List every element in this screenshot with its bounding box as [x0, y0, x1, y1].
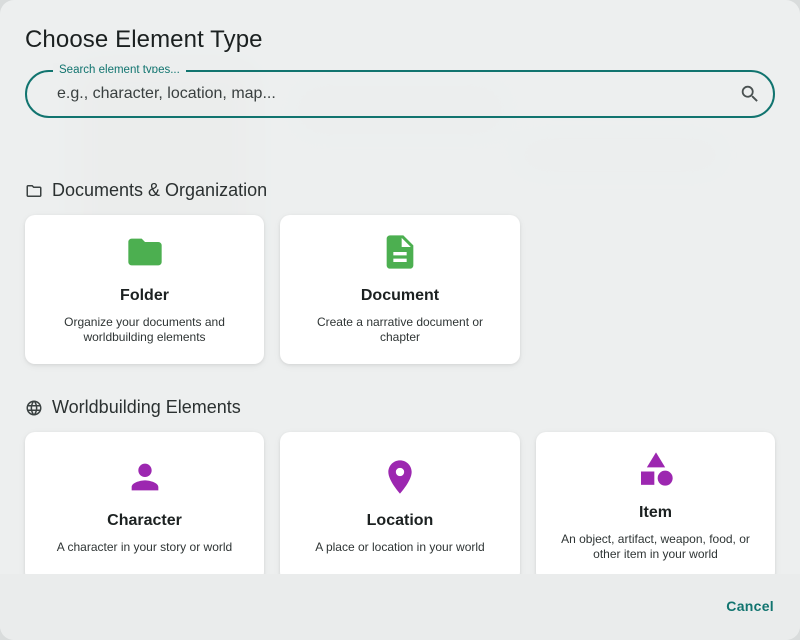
search-field[interactable]: Search element types... — [25, 63, 775, 118]
dialog-actions: Cancel — [0, 574, 800, 640]
card-title: Folder — [120, 287, 169, 304]
element-card-item[interactable]: Item An object, artifact, weapon, food, … — [536, 432, 775, 582]
card-title: Document — [360, 287, 440, 304]
location-pin-icon — [388, 460, 412, 494]
element-card-character[interactable]: Character A character in your story or w… — [25, 432, 264, 582]
section-header-worldbuilding: Worldbuilding Elements — [25, 397, 241, 418]
card-description: Create a narrative document or chapter — [316, 315, 484, 344]
card-title: Item — [639, 504, 672, 521]
element-card-document[interactable]: Document Create a narrative document or … — [280, 215, 520, 364]
element-card-location[interactable]: Location A place or location in your wor… — [280, 432, 520, 582]
choose-element-type-dialog: Choose Element Type Search element types… — [0, 0, 800, 640]
card-title: Location — [366, 512, 434, 529]
search-label: Search element types... — [53, 63, 186, 73]
folder-outline-icon — [26, 184, 42, 197]
section-title: Documents & Organization — [52, 180, 268, 200]
section-title: Worldbuilding Elements — [52, 397, 241, 417]
dialog-title: Choose Element Type — [25, 26, 263, 53]
folder-icon — [127, 238, 162, 266]
person-icon — [131, 463, 158, 491]
element-card-folder[interactable]: Folder Organize your documents and world… — [25, 215, 264, 364]
card-description: An object, artifact, weapon, food, or ot… — [561, 532, 750, 561]
search-icon[interactable] — [739, 83, 761, 105]
card-description: Organize your documents and worldbuildin… — [64, 315, 225, 344]
cancel-button[interactable]: Cancel — [726, 598, 774, 614]
card-title: Character — [107, 512, 182, 529]
globe-icon — [26, 400, 42, 415]
document-icon — [386, 235, 414, 269]
search-input[interactable] — [57, 82, 717, 106]
card-description: A character in your story or world — [56, 540, 233, 554]
card-description: A place or location in your world — [315, 540, 485, 554]
section-header-documents: Documents & Organization — [25, 180, 267, 201]
shapes-icon — [640, 452, 673, 486]
